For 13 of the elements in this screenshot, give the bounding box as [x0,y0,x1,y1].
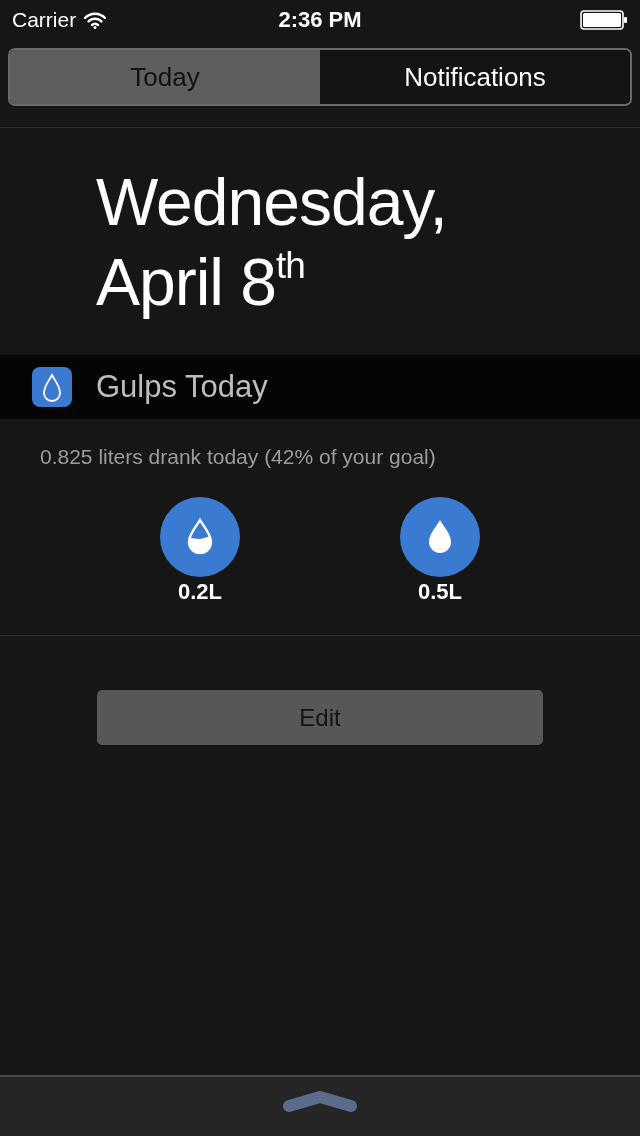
date-heading: Wednesday, April 8$^{th}$ [96,164,448,321]
drop-icon [400,497,480,577]
half-filled-drop-icon [160,497,240,577]
clock-time: 2:36 PM [278,7,362,33]
wifi-icon [84,11,107,29]
add-drink-button[interactable]: 0.5L [395,497,485,605]
carrier-name: Carrier [12,8,77,32]
battery-icon [580,10,628,30]
widget-title: Gulps Today [96,369,268,405]
intake-summary: 0.825 liters drank today (42% of your goal) [40,444,437,470]
add-drink-button[interactable]: 0.2L [155,497,245,605]
grabber-icon[interactable] [282,1089,358,1113]
drop-icon [32,367,72,407]
